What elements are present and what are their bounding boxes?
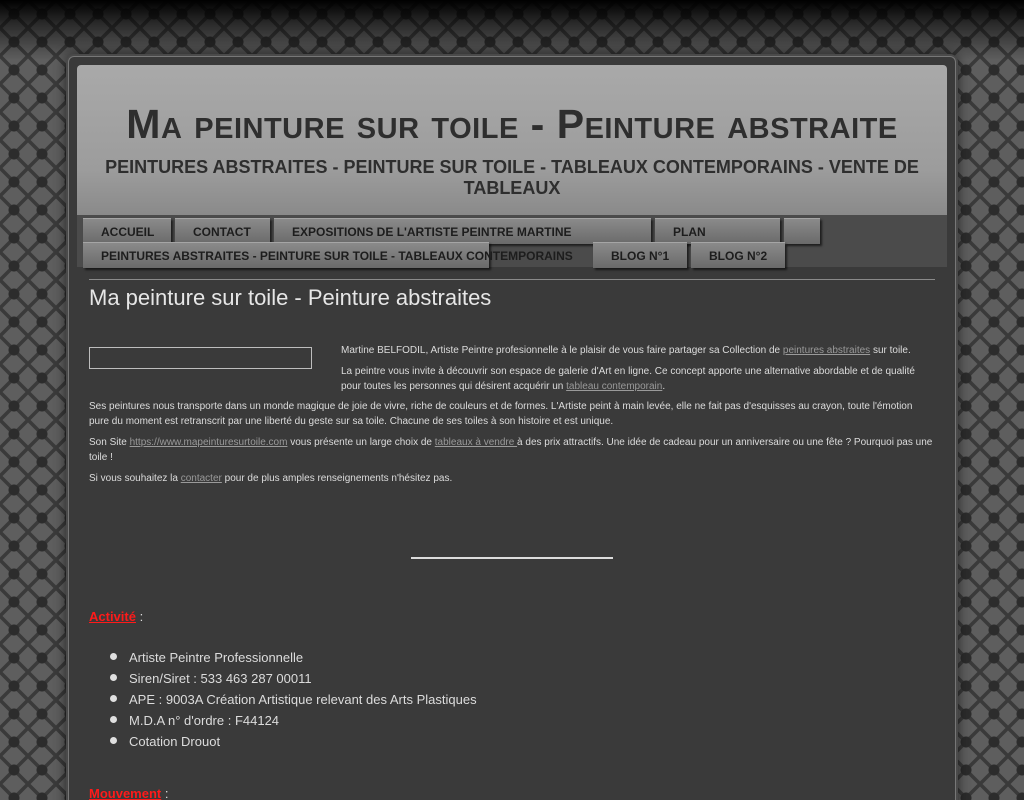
bullet-icon [110, 737, 117, 744]
list-item-text: Cotation Drouot [129, 734, 221, 749]
activite-heading: Activité : [89, 609, 143, 624]
nav-item-label: PEINTURES ABSTRAITES - PEINTURE SUR TOIL… [101, 249, 573, 263]
nav-item-peintures-abstraites[interactable]: PEINTURES ABSTRAITES - PEINTURE SUR TOIL… [83, 242, 573, 268]
nav-item-label: BLOG N°1 [611, 249, 670, 263]
list-item: APE : 9003A Création Artistique relevant… [110, 689, 477, 710]
link-contacter[interactable]: contacter [181, 473, 222, 484]
link-activite[interactable]: Activité [89, 609, 136, 624]
list-item-text: Artiste Peintre Professionnelle [129, 650, 304, 665]
paragraph-site: Son Site https://www.mapeinturesurtoile.… [89, 435, 935, 465]
link-peintures-abstraites[interactable]: peintures abstraites [783, 345, 870, 356]
top-shadow [0, 0, 1024, 60]
bullet-icon [110, 716, 117, 723]
nav-item-blog-1[interactable]: BLOG N°1 [593, 242, 687, 268]
site-header: Ma peinture sur toile - Peinture abstrai… [77, 65, 947, 215]
nav-item-accueil[interactable]: ACCUEIL [83, 218, 171, 244]
top-divider [89, 279, 935, 280]
page-title: Ma peinture sur toile - Peinture abstrai… [89, 285, 492, 310]
search-input[interactable] [89, 347, 312, 369]
paragraph-contact: Si vous souhaitez la contacter pour de p… [89, 471, 935, 486]
text: : [161, 786, 169, 800]
text: Son Site [89, 437, 130, 448]
link-tableaux-a-vendre[interactable]: tableaux à vendre [435, 437, 517, 448]
nav-item-blog-2[interactable]: BLOG N°2 [691, 242, 785, 268]
text: vous présente un large choix de [287, 437, 435, 448]
nav-item-label: ACCUEIL [101, 225, 155, 239]
text: pour de plus amples renseignements n'hés… [221, 473, 453, 484]
list-item-text: Siren/Siret : 533 463 287 00011 [129, 671, 312, 686]
nav-item-expositions[interactable]: EXPOSITIONS DE L'ARTISTE PEINTRE MARTINE [274, 218, 651, 244]
list-item-text: APE : 9003A Création Artistique relevant… [129, 692, 477, 707]
bullet-icon [110, 674, 117, 681]
text: : [135, 609, 144, 624]
intro-paragraph-2: La peintre vous invite à découvrir son e… [341, 364, 931, 394]
text: sur toile. [870, 345, 911, 356]
nav-item-empty[interactable] [784, 218, 820, 244]
page-container: Ma peinture sur toile - Peinture abstrai… [68, 56, 956, 800]
nav-item-contact[interactable]: CONTACT [175, 218, 270, 244]
nav-item-plan[interactable]: PLAN [655, 218, 780, 244]
bullet-icon [110, 653, 117, 660]
main-navigation: ACCUEIL CONTACT EXPOSITIONS DE L'ARTISTE… [77, 215, 947, 268]
intro-paragraph-1: Martine BELFODIL, Artiste Peintre profes… [341, 343, 931, 358]
bullet-icon [110, 695, 117, 702]
mouvement-heading: Mouvement : [89, 786, 168, 800]
list-item: M.D.A n° d'ordre : F44124 [110, 710, 477, 731]
activite-list: Artiste Peintre Professionnelle Siren/Si… [110, 647, 477, 752]
paragraph-description: Ses peintures nous transporte dans un mo… [89, 401, 913, 427]
nav-item-label: CONTACT [193, 225, 251, 239]
nav-item-label: PLAN [673, 225, 706, 239]
nav-item-label: BLOG N°2 [709, 249, 768, 263]
link-site-url[interactable]: https://www.mapeinturesurtoile.com [130, 437, 288, 448]
list-item-text: M.D.A n° d'ordre : F44124 [129, 713, 280, 728]
link-mouvement[interactable]: Mouvement [89, 786, 161, 800]
nav-item-label: EXPOSITIONS DE L'ARTISTE PEINTRE MARTINE [292, 225, 572, 239]
list-item: Siren/Siret : 533 463 287 00011 [110, 668, 477, 689]
text: Si vous souhaitez la [89, 473, 181, 484]
list-item: Cotation Drouot [110, 731, 477, 752]
text: Martine BELFODIL, Artiste Peintre profes… [341, 345, 783, 356]
site-title[interactable]: Ma peinture sur toile - Peinture abstrai… [77, 101, 947, 148]
list-item: Artiste Peintre Professionnelle [110, 647, 477, 668]
link-tableau-contemporain[interactable]: tableau contemporain [566, 381, 662, 392]
text: . [662, 381, 666, 392]
site-slogan: PEINTURES ABSTRAITES - PEINTURE SUR TOIL… [105, 157, 919, 198]
intro-text: Martine BELFODIL, Artiste Peintre profes… [341, 343, 931, 400]
section-divider [411, 557, 613, 559]
